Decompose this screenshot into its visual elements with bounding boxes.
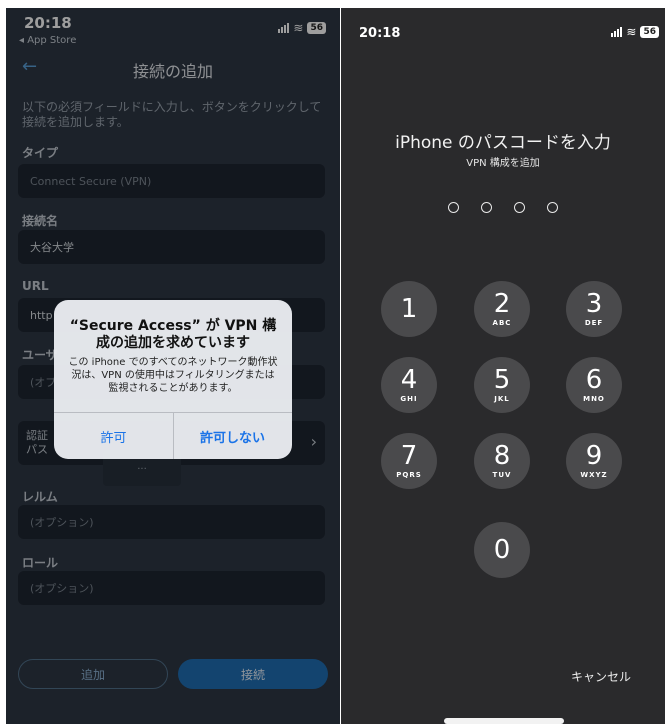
key-number: 3 [585,289,603,319]
vpn-permission-alert: “Secure Access” が VPN 構成の追加を求めています この iP… [54,300,292,459]
key-letters: JKL [494,395,510,403]
key-letters: ABC [492,319,512,327]
status-icons: ≋ 56 [611,26,659,38]
passcode-dots [341,202,665,213]
key-letters: PQRS [396,471,422,479]
key-number: 8 [493,441,511,471]
key-number: 4 [400,365,418,395]
passcode-dot [481,202,492,213]
keypad-key-0[interactable]: 0 [474,522,530,578]
battery-icon: 56 [640,26,659,38]
key-letters: GHI [400,395,418,403]
key-letters: MNO [583,395,605,403]
alert-title: “Secure Access” が VPN 構成の追加を求めています [69,318,277,351]
keypad-key-3[interactable]: 3 DEF [566,281,622,337]
key-letters: DEF [584,319,604,327]
key-number: 9 [585,441,603,471]
passcode-dot [547,202,558,213]
deny-button[interactable]: 許可しない [173,413,292,459]
passcode-title: iPhone のパスコードを入力 [395,133,611,153]
keypad-key-7[interactable]: 7 PQRS [381,433,437,489]
key-letters: TUV [492,471,512,479]
allow-button[interactable]: 許可 [54,413,173,459]
keypad-key-2[interactable]: 2 ABC [474,281,530,337]
key-number: 7 [400,441,418,471]
keypad-key-4[interactable]: 4 GHI [381,357,437,413]
status-time: 20:18 [359,26,401,41]
passcode-subtitle: VPN 構成を追加 [466,158,540,169]
key-number: 0 [493,534,511,565]
keypad-key-6[interactable]: 6 MNO [566,357,622,413]
right-phone-screen: 20:18 ≋ 56 iPhone のパスコードを入力 VPN 構成を追加 1 … [341,8,665,724]
key-number: 1 [400,293,418,324]
alert-message: この iPhone でのすべてのネットワーク動作状況は、VPN の使用中はフィル… [68,357,278,394]
wifi-icon: ≋ [626,25,637,39]
signal-icon [611,27,623,37]
key-number: 2 [493,289,511,319]
key-number: 5 [493,365,511,395]
passcode-dot [514,202,525,213]
cancel-button[interactable]: キャンセル [571,668,631,685]
keypad-key-8[interactable]: 8 TUV [474,433,530,489]
passcode-dot [448,202,459,213]
keypad-key-9[interactable]: 9 WXYZ [566,433,622,489]
keypad-key-1[interactable]: 1 [381,281,437,337]
key-number: 6 [585,365,603,395]
keypad-key-5[interactable]: 5 JKL [474,357,530,413]
left-phone-screen: 20:18 ◂ App Store ≋ 56 ← 接続の追加 以下の必須フィール… [6,8,340,724]
key-letters: WXYZ [580,471,608,479]
home-indicator[interactable] [444,718,564,724]
